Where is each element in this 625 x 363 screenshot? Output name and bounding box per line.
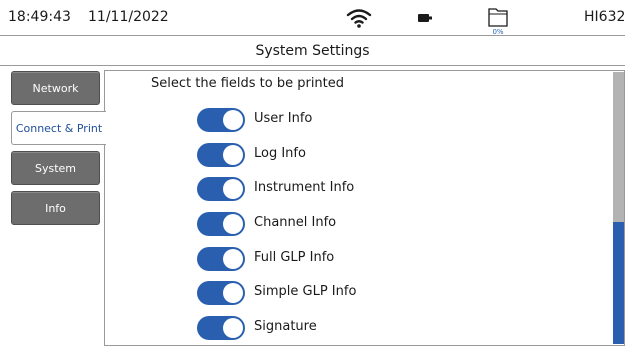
log-info-label: Log Info bbox=[254, 146, 306, 161]
tab-connect-print[interactable]: Connect & Print bbox=[11, 111, 106, 145]
scrollbar[interactable] bbox=[613, 72, 624, 344]
page-title: System Settings bbox=[0, 36, 625, 66]
user-info-toggle[interactable] bbox=[197, 108, 245, 132]
toggle-knob bbox=[223, 249, 243, 269]
toggle-knob bbox=[223, 110, 243, 130]
storage-percent: 0% bbox=[492, 28, 504, 36]
instrument-info-label: Instrument Info bbox=[254, 180, 355, 195]
tab-network[interactable]: Network bbox=[11, 71, 100, 105]
wifi-icon bbox=[346, 9, 372, 28]
full-glp-info-label: Full GLP Info bbox=[254, 250, 335, 265]
status-bar: 18:49:43 11/11/2022 0% HI6321 bbox=[0, 0, 625, 36]
channel-info-toggle[interactable] bbox=[197, 212, 245, 236]
toggle-knob bbox=[223, 179, 243, 199]
scrollbar-track bbox=[613, 72, 624, 222]
channel-info-label: Channel Info bbox=[254, 215, 337, 230]
log-info-toggle[interactable] bbox=[197, 143, 245, 167]
instrument-info-toggle[interactable] bbox=[197, 177, 245, 201]
panel-heading: Select the fields to be printed bbox=[151, 76, 345, 91]
clock-time: 18:49:43 bbox=[8, 9, 71, 25]
toggle-knob bbox=[223, 214, 243, 234]
device-id: HI6321 bbox=[584, 9, 625, 25]
signature-toggle[interactable] bbox=[197, 316, 245, 340]
tab-system[interactable]: System bbox=[11, 151, 100, 185]
toggle-knob bbox=[223, 318, 243, 338]
battery-icon bbox=[418, 14, 432, 22]
scrollbar-thumb[interactable] bbox=[613, 222, 624, 344]
full-glp-info-toggle[interactable] bbox=[197, 247, 245, 271]
user-info-label: User Info bbox=[254, 111, 313, 126]
toggle-knob bbox=[223, 145, 243, 165]
date: 11/11/2022 bbox=[88, 9, 169, 25]
toggle-knob bbox=[223, 283, 243, 303]
simple-glp-info-toggle[interactable] bbox=[197, 281, 245, 305]
signature-label: Signature bbox=[254, 319, 317, 334]
tab-info[interactable]: Info bbox=[11, 191, 100, 225]
print-fields-panel: Select the fields to be printed User Inf… bbox=[104, 70, 625, 346]
simple-glp-info-label: Simple GLP Info bbox=[254, 284, 357, 299]
